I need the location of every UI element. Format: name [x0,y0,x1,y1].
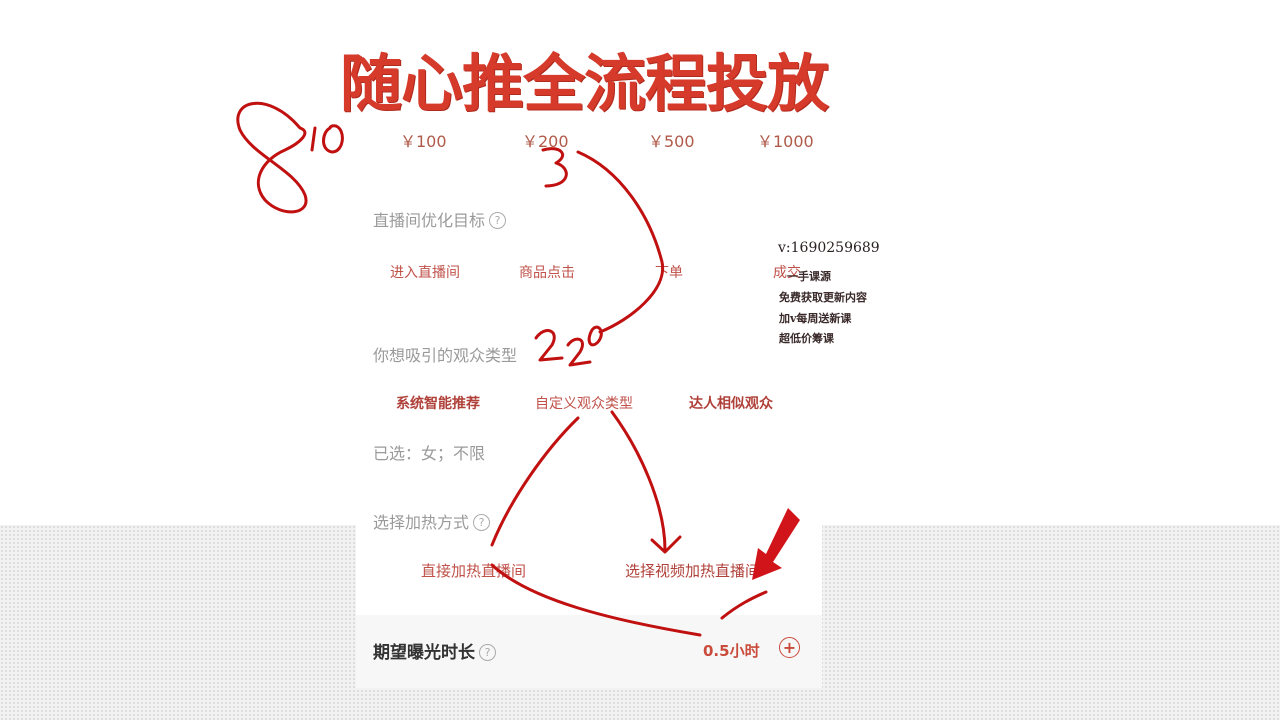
ink-line-to-video [610,410,682,554]
ink-line-to-direct [490,416,580,547]
handwritten-three [541,147,568,188]
handwritten-two-hundred [534,325,603,367]
ink-curve-to-duration [490,563,702,637]
ink-curve-to-order [576,150,665,334]
handwritten-eight [236,101,308,214]
ink-underline [720,590,768,620]
handwriting-annotations [236,101,800,637]
red-arrow-icon [752,508,800,580]
handwritten-ten [310,124,344,154]
